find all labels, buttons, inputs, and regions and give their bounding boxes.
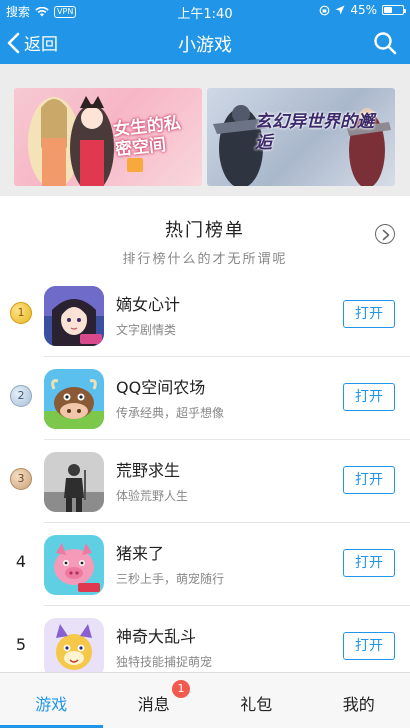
game-name: 猪来了 — [116, 544, 165, 563]
game-row[interactable]: 2 QQ空间农场 传承经典，超乎想像 打开 — [0, 357, 410, 440]
status-right: 45% — [319, 3, 406, 17]
open-button[interactable]: 打开 — [343, 383, 395, 411]
anime-girl-icon — [44, 286, 104, 346]
hot-list-panel: 热门榜单 排行榜什么的才无所谓呢 1 嫡女心计 文字剧情类 打开 2 QQ空间农… — [0, 196, 410, 672]
open-button[interactable]: 打开 — [343, 549, 395, 577]
game-desc: 体验荒野人生 — [116, 489, 189, 503]
open-button[interactable]: 打开 — [343, 632, 395, 660]
open-button[interactable]: 打开 — [343, 300, 395, 328]
game-row[interactable]: 4 猪来了 三秒上手，萌宠随行 打开 — [0, 523, 410, 606]
battery-icon — [382, 5, 406, 15]
game-row[interactable]: 5 神奇大乱斗 独特技能捕捉萌宠 打开 — [0, 606, 410, 672]
message-badge: 1 — [172, 680, 190, 698]
rank-number: 4 — [15, 552, 27, 571]
monster-icon — [44, 618, 104, 672]
chevron-right-icon — [382, 229, 390, 241]
section-title: 热门榜单 — [165, 220, 245, 241]
nav-bar: 返回 小游戏 — [0, 22, 410, 64]
battery-percent: 45% — [350, 3, 377, 17]
rank-silver-medal: 2 — [10, 385, 32, 407]
rank-gold-medal: 1 — [10, 302, 32, 324]
search-icon[interactable] — [372, 30, 398, 56]
orientation-lock-icon — [319, 5, 330, 15]
status-bar: 搜索 VPN 上午1:40 45% — [0, 0, 410, 22]
game-list: 1 嫡女心计 文字剧情类 打开 2 QQ空间农场 传承经典，超乎想像 打开 3 … — [0, 274, 410, 672]
game-desc: 三秒上手，萌宠随行 — [116, 572, 225, 586]
game-desc: 独特技能捕捉萌宠 — [116, 655, 213, 669]
game-desc: 文字剧情类 — [116, 323, 177, 337]
game-name: QQ空间农场 — [116, 378, 206, 397]
rank-number: 5 — [15, 635, 27, 654]
cow-farm-icon — [44, 369, 104, 429]
open-button[interactable]: 打开 — [343, 466, 395, 494]
location-icon — [335, 5, 345, 15]
tab-bar: 游戏 消息 礼包 我的 — [0, 672, 410, 728]
tab-games[interactable]: 游戏 — [0, 673, 103, 728]
game-name: 嫡女心计 — [116, 295, 181, 314]
survivor-icon — [44, 452, 104, 512]
banner-2-text: 玄幻异世界的邂逅 — [255, 112, 374, 153]
game-row[interactable]: 1 嫡女心计 文字剧情类 打开 — [0, 274, 410, 357]
rank-bronze-medal: 3 — [10, 468, 32, 490]
page-title: 小游戏 — [178, 35, 232, 56]
hot-list-header: 热门榜单 排行榜什么的才无所谓呢 — [0, 196, 410, 274]
banner-fantasy-world[interactable]: 玄幻异世界的邂逅 — [207, 88, 395, 186]
game-name: 神奇大乱斗 — [116, 627, 197, 646]
pig-icon — [44, 535, 104, 595]
section-subtitle: 排行榜什么的才无所谓呢 — [122, 252, 288, 267]
tab-me[interactable]: 我的 — [308, 673, 410, 728]
game-row[interactable]: 3 荒野求生 体验荒野人生 打开 — [0, 440, 410, 523]
banner-area: 女生的私密空间 玄幻异世界的邂逅 — [0, 64, 410, 194]
more-button[interactable] — [375, 224, 395, 244]
tab-messages[interactable]: 消息 — [103, 673, 206, 728]
banner-girls-secret-space[interactable]: 女生的私密空间 — [14, 88, 202, 186]
tab-gifts[interactable]: 礼包 — [205, 673, 308, 728]
game-name: 荒野求生 — [116, 461, 181, 480]
game-desc: 传承经典，超乎想像 — [116, 406, 225, 420]
